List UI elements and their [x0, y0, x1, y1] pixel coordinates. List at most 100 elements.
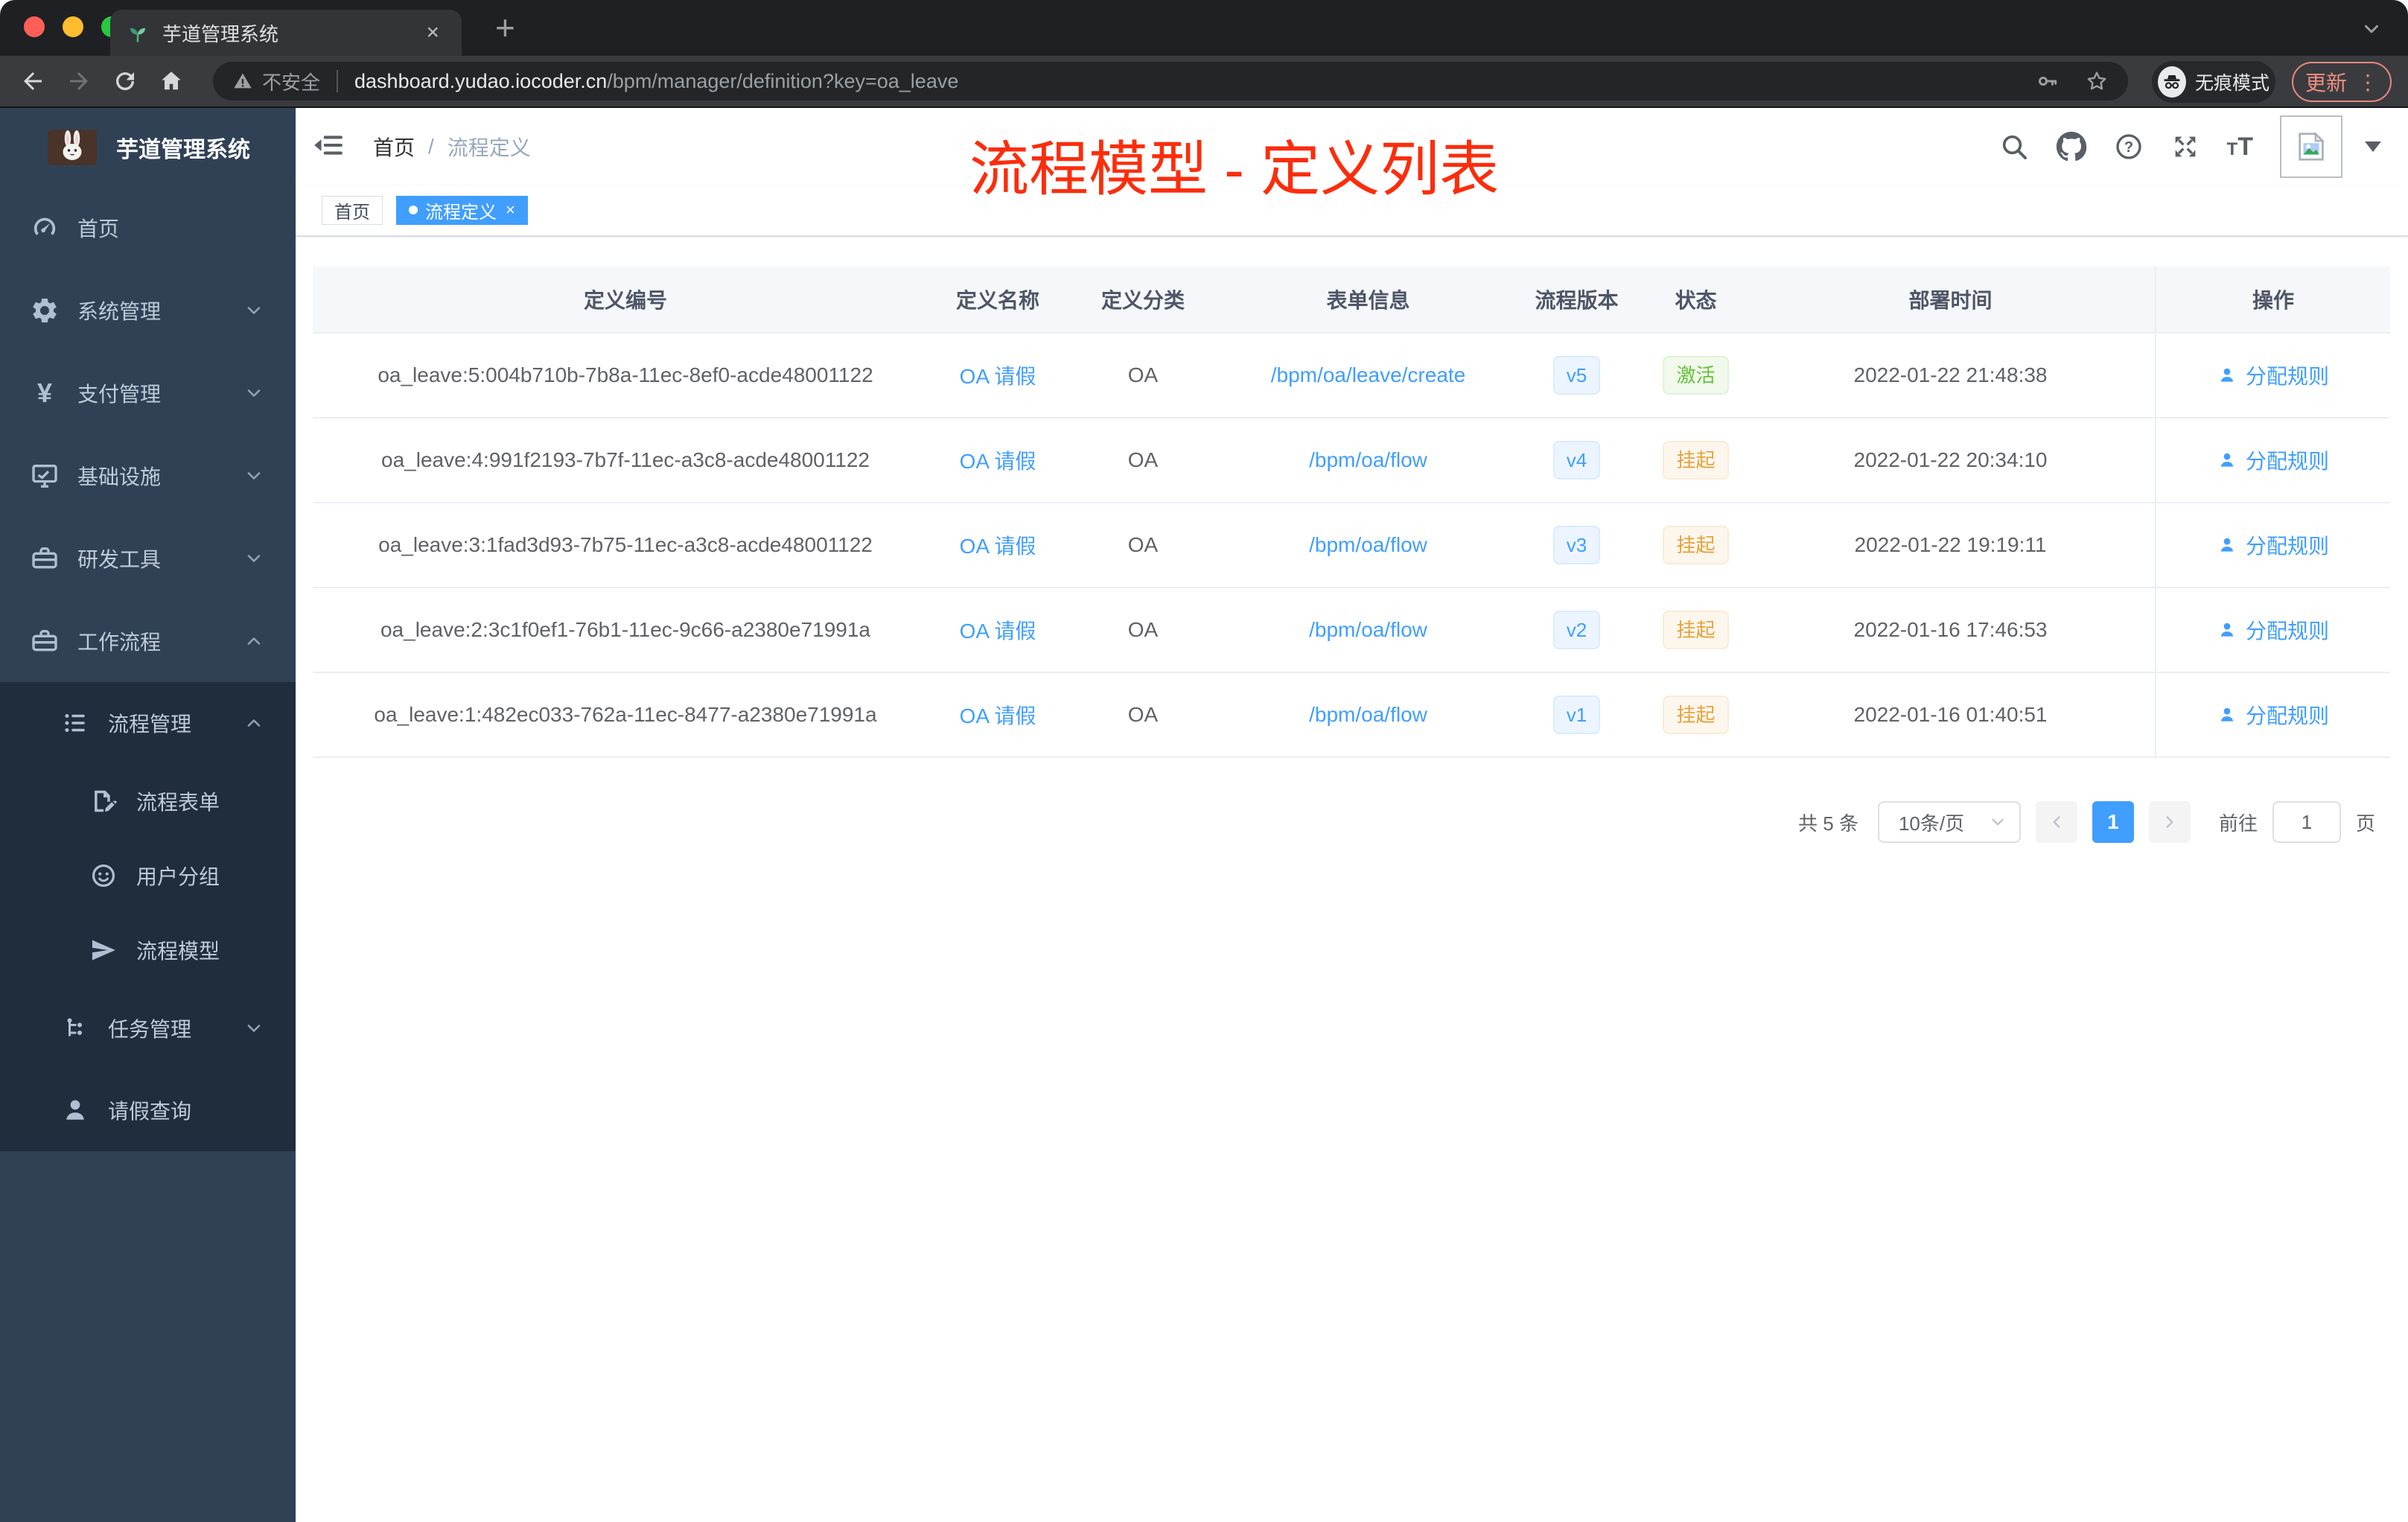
new-tab-button[interactable]: +	[488, 9, 523, 46]
status-badge: 挂起	[1663, 695, 1729, 734]
form-link[interactable]: /bpm/oa/flow	[1309, 448, 1427, 471]
assign-rule-link[interactable]: 分配规则	[2246, 445, 2329, 475]
sidebar-item-workflow[interactable]: 工作流程	[0, 599, 296, 682]
incognito-icon	[2158, 66, 2186, 98]
minimize-window-button[interactable]	[63, 16, 83, 37]
assign-user-icon	[2220, 368, 2234, 382]
assign-rule-link[interactable]: 分配规则	[2246, 700, 2329, 730]
navbar: 首页 / 流程定义 流程模型 - 定义列表 ? TT	[296, 108, 2408, 203]
sidebar-item-dev-tools[interactable]: 研发工具	[0, 517, 296, 599]
sidebar-item-process-form[interactable]: 流程表单	[0, 764, 296, 838]
form-link[interactable]: /bpm/oa/flow	[1309, 533, 1427, 556]
goto-page-input[interactable]	[2272, 801, 2341, 843]
fullscreen-icon[interactable]	[2170, 132, 2200, 162]
definition-category: OA	[1127, 533, 1159, 556]
definition-name-link[interactable]: OA 请假	[960, 450, 1036, 473]
window-controls	[24, 16, 122, 37]
page-size-select[interactable]: 10条/页	[1877, 801, 2021, 843]
sidebar-item-label: 流程表单	[136, 791, 220, 814]
next-page-button[interactable]	[2148, 801, 2191, 843]
forward-icon[interactable]	[66, 68, 92, 95]
sidebar-item-system[interactable]: 系统管理	[0, 269, 296, 351]
tab-strip: 芋道管理系统 × +	[0, 0, 2408, 56]
help-icon[interactable]: ?	[2114, 132, 2144, 162]
sidebar-item-infrastructure[interactable]: 基础设施	[0, 434, 296, 517]
row-actions: 分配规则	[2155, 588, 2390, 672]
pagination: 共 5 条 10条/页 1 前往 页	[296, 801, 2375, 843]
form-edit-icon	[86, 787, 121, 815]
sidebar-item-label: 任务管理	[108, 1018, 192, 1041]
definition-category: OA	[1127, 448, 1159, 471]
font-size-icon[interactable]: TT	[2227, 134, 2253, 159]
chevron-up-icon	[247, 719, 261, 727]
definition-name-link[interactable]: OA 请假	[960, 620, 1036, 643]
deploy-time: 2022-01-16 01:40:51	[1853, 703, 2048, 726]
avatar[interactable]	[2280, 115, 2342, 178]
form-link[interactable]: /bpm/oa/flow	[1309, 703, 1427, 726]
browser-tab[interactable]: 芋道管理系统 ×	[110, 10, 462, 56]
tree-icon	[57, 1015, 93, 1042]
breadcrumb-home[interactable]: 首页	[373, 132, 415, 162]
form-link[interactable]: /bpm/oa/leave/create	[1271, 363, 1466, 386]
sidebar-toggle-hamburger-icon[interactable]	[312, 129, 345, 162]
table-header-row: 定义编号 定义名称 定义分类 表单信息 流程版本 状态 部署时间 操作	[313, 267, 2390, 334]
tag-close-icon[interactable]: ×	[506, 200, 515, 220]
github-icon[interactable]	[2056, 131, 2087, 162]
password-key-icon[interactable]	[2036, 69, 2060, 93]
definition-name-link[interactable]: OA 请假	[960, 704, 1036, 727]
assign-rule-link[interactable]: 分配规则	[2246, 615, 2329, 645]
assign-user-icon	[2220, 453, 2234, 467]
row-actions: 分配规则	[2155, 418, 2390, 502]
sidebar-item-process-management[interactable]: 流程管理	[0, 682, 296, 764]
app-logo-bunny	[48, 129, 97, 165]
search-icon[interactable]	[1999, 132, 2029, 162]
home-icon[interactable]	[158, 68, 185, 95]
sidebar-item-label: 首页	[77, 217, 120, 241]
version-badge: v3	[1552, 526, 1601, 564]
definition-id: oa_leave:1:482ec033-762a-11ec-8477-a2380…	[374, 703, 877, 726]
workflow-submenu: 流程管理 流程表单 用户分组 流程模型 任务管理 请假查询	[0, 682, 296, 1151]
tag-home[interactable]: 首页	[322, 195, 383, 225]
assign-rule-link[interactable]: 分配规则	[2246, 360, 2329, 390]
bookmark-star-icon[interactable]	[2085, 69, 2109, 93]
reload-icon[interactable]	[112, 68, 138, 95]
definition-name-link[interactable]: OA 请假	[960, 535, 1036, 558]
tag-process-definition[interactable]: 流程定义 ×	[396, 195, 528, 225]
sidebar-item-payment[interactable]: ¥ 支付管理	[0, 351, 296, 434]
page-number-active[interactable]: 1	[2092, 801, 2134, 843]
briefcase-icon	[27, 626, 63, 656]
table-row: oa_leave:4:991f2193-7b7f-11ec-a3c8-acde4…	[313, 418, 2390, 503]
sidebar-item-process-model[interactable]: 流程模型	[0, 913, 296, 987]
column-header: 定义编号	[583, 289, 667, 312]
back-icon[interactable]	[19, 68, 46, 95]
table-row: oa_leave:2:3c1f0ef1-76b1-11ec-9c66-a2380…	[313, 588, 2390, 673]
avatar-caret-icon[interactable]	[2365, 141, 2381, 152]
sidebar-item-task-management[interactable]: 任务管理	[0, 987, 296, 1069]
definition-name-link[interactable]: OA 请假	[960, 365, 1036, 388]
page-annotation: 流程模型 - 定义列表	[969, 136, 1500, 203]
app-root: 芋道管理系统 首页 系统管理 ¥ 支付管理 基础设施 研发工具 工作流程 流程管…	[0, 108, 2408, 1522]
tab-close-icon[interactable]: ×	[420, 19, 445, 47]
browser-menu-kebab-icon[interactable]: ⋮	[2357, 70, 2378, 95]
form-link[interactable]: /bpm/oa/flow	[1309, 618, 1427, 641]
prev-page-button[interactable]	[2035, 801, 2077, 843]
close-window-button[interactable]	[24, 16, 45, 37]
url-path: /bpm/manager/definition?key=oa_leave	[607, 69, 959, 92]
chevron-down-icon	[247, 471, 261, 480]
sidebar-item-home[interactable]: 首页	[0, 186, 296, 269]
table-row: oa_leave:1:482ec033-762a-11ec-8477-a2380…	[313, 673, 2390, 758]
sidebar-item-label: 研发工具	[77, 547, 162, 571]
browser-update-button[interactable]: 更新 ⋮	[2292, 62, 2392, 102]
app-logo-row[interactable]: 芋道管理系统	[0, 108, 296, 186]
column-header: 部署时间	[1908, 289, 1993, 312]
status-badge: 挂起	[1663, 441, 1729, 480]
tab-search-chevron-icon[interactable]	[2360, 18, 2383, 40]
address-bar[interactable]: 不安全 dashboard.yudao.iocoder.cn/bpm/manag…	[213, 62, 2128, 101]
assign-rule-link[interactable]: 分配规则	[2246, 530, 2329, 560]
sidebar-item-leave-query[interactable]: 请假查询	[0, 1069, 296, 1151]
definition-id: oa_leave:3:1fad3d93-7b75-11ec-a3c8-acde4…	[378, 533, 873, 556]
sidebar-item-user-group[interactable]: 用户分组	[0, 838, 296, 913]
list-icon	[57, 709, 93, 737]
version-badge: v5	[1552, 356, 1601, 395]
security-label[interactable]: 不安全	[262, 68, 320, 95]
